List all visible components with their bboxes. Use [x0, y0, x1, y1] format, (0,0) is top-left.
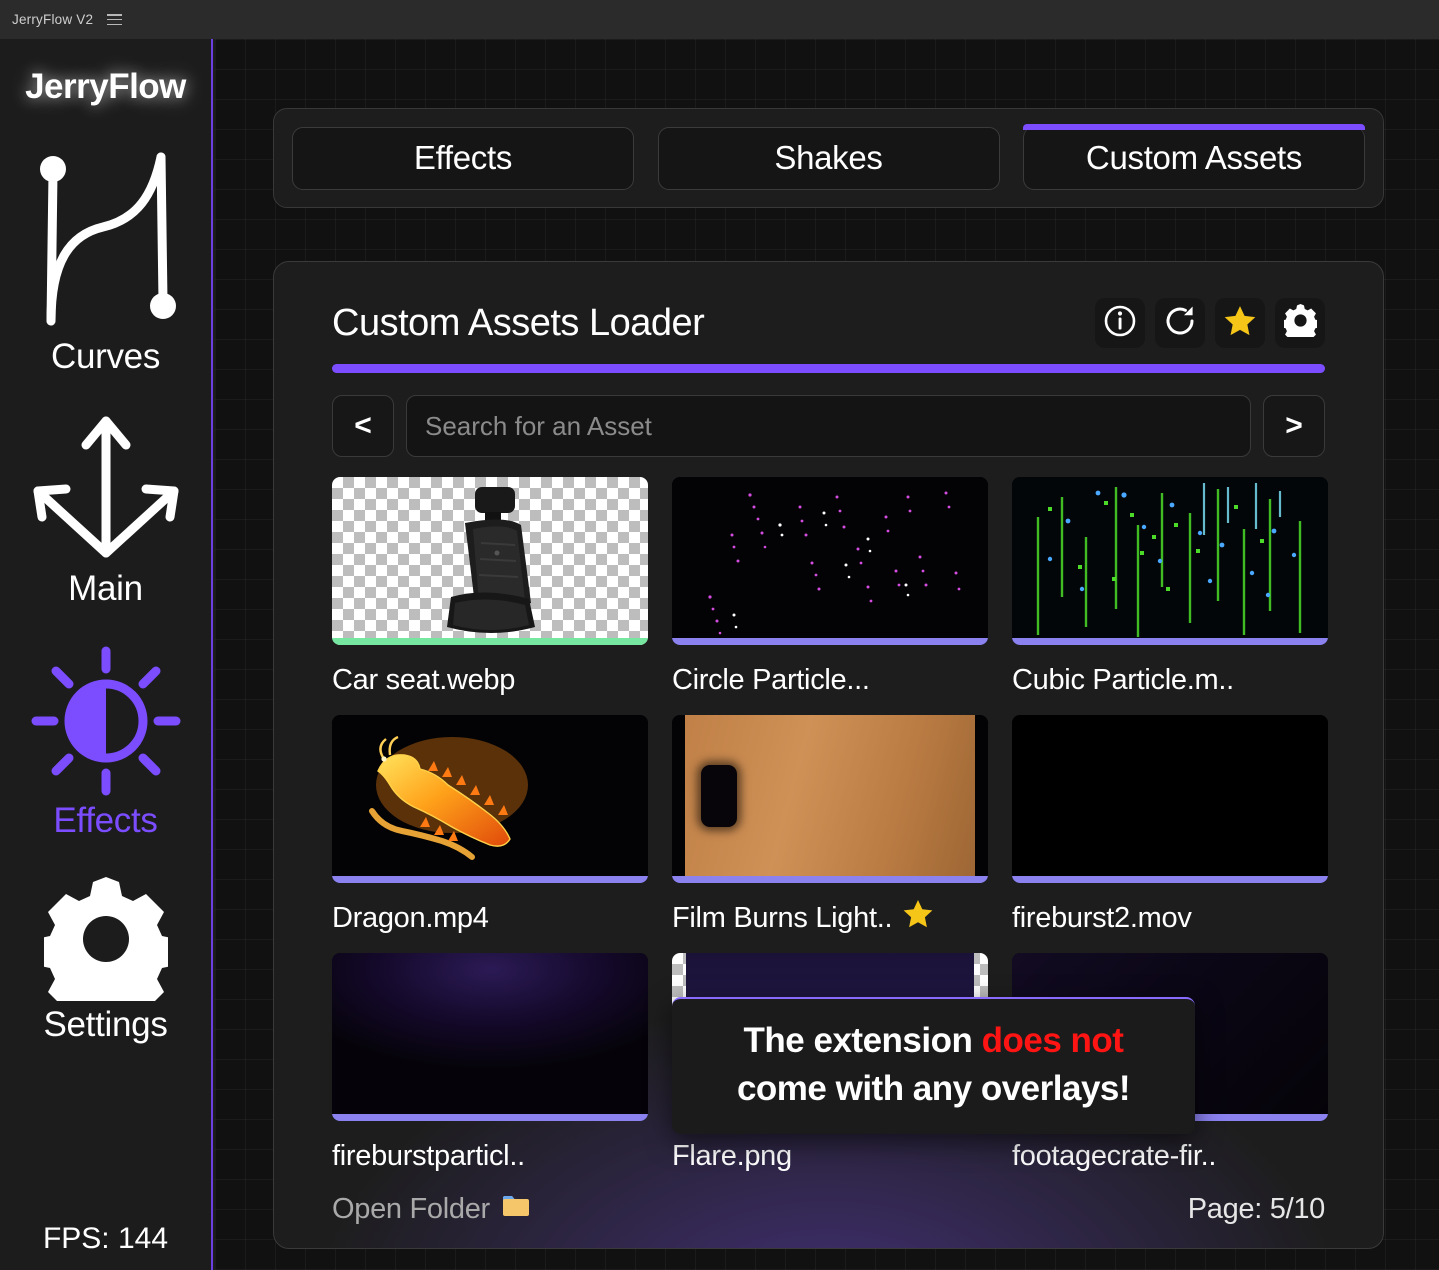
- asset-underline: [332, 638, 648, 645]
- rain-overlay: [1012, 477, 1328, 645]
- search-box[interactable]: [406, 395, 1251, 457]
- open-folder-button[interactable]: Open Folder: [332, 1193, 530, 1226]
- info-button[interactable]: [1095, 298, 1145, 348]
- tooltip-text-emphasis: does not: [982, 1021, 1124, 1060]
- asset-card[interactable]: fireburstparticl..: [332, 953, 648, 1191]
- asset-underline: [1012, 876, 1328, 883]
- film-burn-blot: [701, 765, 737, 827]
- anchor-arrows-icon: [28, 413, 184, 565]
- page-indicator: Page: 5/10: [1188, 1193, 1325, 1226]
- tooltip-text-normal: The extension: [744, 1021, 982, 1060]
- asset-thumbnail[interactable]: [1012, 715, 1328, 883]
- header-actions: [1095, 298, 1325, 348]
- asset-caption: Cubic Particle.m..: [1012, 645, 1328, 715]
- asset-thumbnail[interactable]: [1012, 477, 1328, 645]
- asset-underline: [1012, 638, 1328, 645]
- asset-card[interactable]: Car seat.webp: [332, 477, 648, 715]
- hamburger-icon[interactable]: [107, 14, 122, 25]
- sidebar-item-main[interactable]: Main: [0, 413, 211, 609]
- tooltip-line-2: come with any overlays!: [688, 1065, 1179, 1113]
- gear-icon: [44, 877, 168, 1001]
- asset-thumbnail[interactable]: [672, 477, 988, 645]
- tab-effects[interactable]: Effects: [292, 127, 634, 190]
- refresh-icon: [1163, 304, 1197, 343]
- fps-counter: FPS: 144: [0, 1222, 211, 1256]
- tooltip-line-1: The extension does not: [688, 1017, 1179, 1065]
- asset-name: footagecrate-fir..: [1012, 1140, 1216, 1173]
- asset-caption: Car seat.webp: [332, 645, 648, 715]
- sidebar-item-label: Main: [68, 569, 143, 609]
- asset-card[interactable]: Film Burns Light..: [672, 715, 988, 953]
- favorite-star-icon[interactable]: [902, 898, 934, 938]
- sidebar-item-settings[interactable]: Settings: [0, 877, 211, 1045]
- sidebar-item-label: Settings: [43, 1005, 167, 1045]
- asset-card[interactable]: fireburst2.mov: [1012, 715, 1328, 953]
- asset-thumbnail[interactable]: [332, 477, 648, 645]
- star-icon: [1223, 304, 1257, 343]
- accent-divider: [332, 364, 1325, 373]
- asset-name: Film Burns Light..: [672, 902, 892, 935]
- info-icon: [1103, 304, 1137, 343]
- panel-header: Custom Assets Loader: [332, 298, 1325, 348]
- asset-thumbnail[interactable]: [672, 715, 988, 883]
- prev-page-button[interactable]: <: [332, 395, 394, 457]
- asset-name: Car seat.webp: [332, 664, 515, 697]
- tab-custom-assets[interactable]: Custom Assets: [1023, 127, 1365, 190]
- asset-caption: Dragon.mp4: [332, 883, 648, 953]
- dragon-overlay: [332, 715, 648, 883]
- asset-name: Circle Particle...: [672, 664, 870, 697]
- next-page-button[interactable]: >: [1263, 395, 1325, 457]
- film-burns-art: [685, 715, 975, 883]
- gear-icon: [1284, 304, 1317, 342]
- purple-glow-art: [332, 953, 648, 1121]
- refresh-button[interactable]: [1155, 298, 1205, 348]
- open-folder-label: Open Folder: [332, 1193, 490, 1226]
- tooltip: The extension does not come with any ove…: [672, 997, 1195, 1134]
- asset-card[interactable]: Circle Particle...: [672, 477, 988, 715]
- asset-name: Flare.png: [672, 1140, 792, 1173]
- asset-underline: [332, 1114, 648, 1121]
- particle-overlay: [672, 477, 988, 645]
- black-art: [1012, 715, 1328, 883]
- asset-thumbnail[interactable]: [332, 953, 648, 1121]
- window-title: JerryFlow V2: [12, 12, 93, 27]
- sidebar: JerryFlow Curves: [0, 39, 213, 1270]
- asset-card[interactable]: Cubic Particle.m..: [1012, 477, 1328, 715]
- main-canvas: Effects Shakes Custom Assets Custom Asse…: [215, 39, 1439, 1270]
- tab-bar: Effects Shakes Custom Assets: [273, 108, 1384, 208]
- folder-icon: [502, 1193, 530, 1226]
- app-root: JerryFlow V2 JerryFlow Curves: [0, 0, 1439, 1270]
- asset-name: Cubic Particle.m..: [1012, 664, 1234, 697]
- asset-name: Dragon.mp4: [332, 902, 489, 935]
- asset-underline: [672, 638, 988, 645]
- asset-caption: Circle Particle...: [672, 645, 988, 715]
- asset-caption: fireburst2.mov: [1012, 883, 1328, 953]
- asset-thumbnail[interactable]: [332, 715, 648, 883]
- app-logo: JerryFlow: [25, 67, 186, 107]
- asset-name: fireburstparticl..: [332, 1140, 525, 1173]
- asset-underline: [332, 876, 648, 883]
- sidebar-item-label: Effects: [53, 801, 157, 841]
- asset-name: fireburst2.mov: [1012, 902, 1192, 935]
- curves-icon: [31, 143, 181, 333]
- asset-card[interactable]: Dragon.mp4: [332, 715, 648, 953]
- car-seat-art: [421, 485, 559, 637]
- asset-caption: fireburstparticl..: [332, 1121, 648, 1191]
- page-title: Custom Assets Loader: [332, 302, 704, 345]
- search-row: < >: [332, 395, 1325, 457]
- sidebar-item-label: Curves: [51, 337, 160, 377]
- window-titlebar: JerryFlow V2: [0, 0, 1439, 39]
- tab-shakes[interactable]: Shakes: [658, 127, 1000, 190]
- asset-caption: Film Burns Light..: [672, 883, 988, 953]
- search-input[interactable]: [425, 411, 1232, 442]
- favorites-button[interactable]: [1215, 298, 1265, 348]
- brightness-icon: [30, 645, 182, 797]
- panel-settings-button[interactable]: [1275, 298, 1325, 348]
- sidebar-item-effects[interactable]: Effects: [0, 645, 211, 841]
- asset-underline: [672, 876, 988, 883]
- sidebar-item-curves[interactable]: Curves: [0, 143, 211, 377]
- panel-footer: Open Folder Page: 5/10: [332, 1193, 1325, 1226]
